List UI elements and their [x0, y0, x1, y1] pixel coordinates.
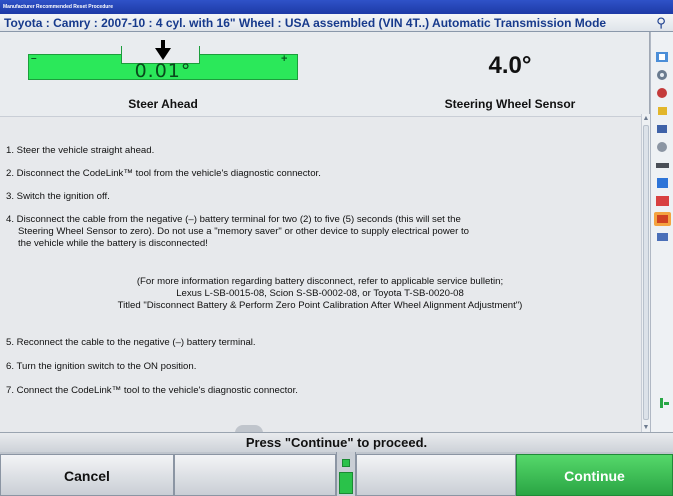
steer-ahead-value: 0.01°	[134, 60, 192, 82]
camera-icon[interactable]	[654, 68, 671, 82]
step-4-line-2: Steering Wheel Sensor to zero). Do not u…	[18, 226, 469, 237]
service-bulletin-note: (For more information regarding battery …	[20, 276, 620, 312]
procedure-content: – + 0.01° Steer Ahead 4.0° Steering Whee…	[0, 32, 650, 433]
wrench-icon[interactable]	[654, 104, 671, 118]
sensor-value: 4.0°	[488, 52, 532, 79]
reset-procedure-window: Manufacturer Recommended Reset Procedure…	[0, 0, 673, 496]
note-line-1: (For more information regarding battery …	[136, 276, 504, 287]
step-6: 6. Turn the ignition switch to the ON po…	[6, 361, 197, 372]
active-tool-icon[interactable]	[654, 212, 671, 226]
continue-button[interactable]: Continue	[516, 454, 673, 496]
status-bar: Press "Continue" to proceed.	[0, 432, 673, 452]
meter-fill	[339, 472, 353, 494]
step-4-line-1: 4. Disconnect the cable from the negativ…	[6, 214, 461, 225]
step-2: 2. Disconnect the CodeLink™ tool from th…	[6, 168, 321, 179]
bottom-button-bar: Cancel Continue	[0, 452, 673, 496]
scroll-down-icon[interactable]: ▼	[642, 423, 650, 432]
flag-icon[interactable]	[654, 194, 671, 208]
alignment-icon[interactable]	[654, 50, 671, 64]
wheel-icon[interactable]	[654, 86, 671, 100]
print-icon[interactable]	[654, 230, 671, 244]
cancel-button[interactable]: Cancel	[0, 454, 174, 496]
empty-button-2[interactable]	[174, 454, 336, 496]
help-icon[interactable]: ⚲	[653, 15, 669, 31]
vehicle-title: Toyota : Camry : 2007-10 : 4 cyl. with 1…	[4, 16, 607, 30]
status-text: Press "Continue" to proceed.	[245, 435, 428, 450]
meter-tick	[342, 459, 350, 467]
scroll-thumb[interactable]	[643, 125, 649, 420]
step-5: 5. Reconnect the cable to the negative (…	[6, 337, 256, 348]
steer-ahead-label: Steer Ahead	[128, 97, 198, 111]
note-line-3: Titled "Disconnect Battery & Perform Zer…	[117, 300, 523, 311]
vehicle-icon[interactable]	[654, 158, 671, 172]
gauge-icon[interactable]	[654, 122, 671, 136]
scroll-up-icon[interactable]: ▲	[642, 114, 650, 123]
sensor-label: Steering Wheel Sensor	[444, 97, 576, 111]
vehicle-title-bar: Toyota : Camry : 2007-10 : 4 cyl. with 1…	[0, 14, 673, 32]
empty-button-3[interactable]	[356, 454, 516, 496]
procedure-scrollbar[interactable]: ▲ ▼	[641, 114, 650, 432]
steer-ahead-gauge: – + 0.01°	[28, 40, 298, 82]
status-light-icon	[660, 398, 669, 408]
step-3: 3. Switch the ignition off.	[6, 191, 110, 202]
step-4-line-3: the vehicle while the battery is disconn…	[18, 238, 208, 249]
settings-icon[interactable]	[654, 140, 671, 154]
step-7: 7. Connect the CodeLink™ tool to the veh…	[6, 385, 298, 396]
down-arrow-icon	[155, 40, 171, 60]
window-title: Manufacturer Recommended Reset Procedure	[0, 0, 673, 14]
report-icon[interactable]	[654, 176, 671, 190]
note-line-2: Lexus L-SB-0015-08, Scion S-SB-0002-08, …	[176, 288, 464, 299]
procedure-steps: 1. Steer the vehicle straight ahead. 2. …	[0, 116, 650, 432]
step-4: 4. Disconnect the cable from the negativ…	[6, 214, 626, 250]
right-toolbar	[650, 32, 673, 432]
step-1: 1. Steer the vehicle straight ahead.	[6, 145, 155, 156]
center-level-meter	[336, 452, 356, 496]
meter-panel: – + 0.01° Steer Ahead 4.0° Steering Whee…	[0, 32, 650, 112]
